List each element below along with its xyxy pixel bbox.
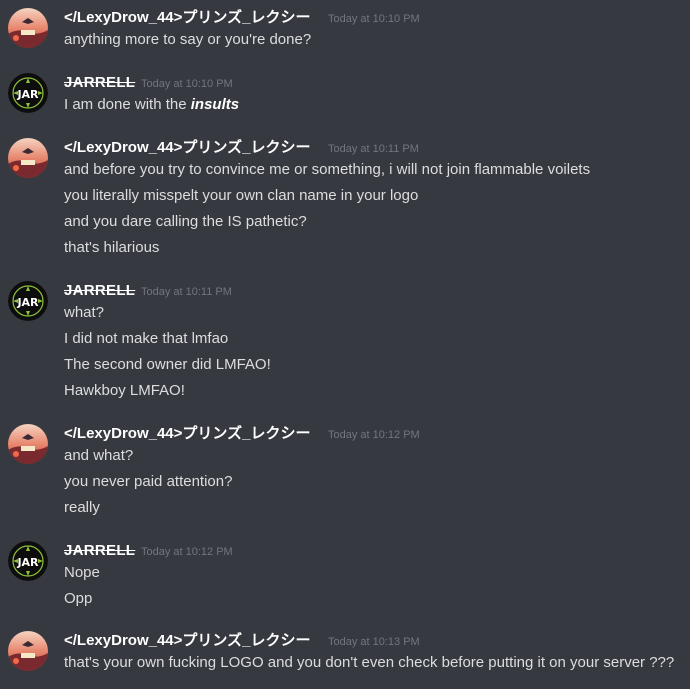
timestamp: Today at 10:10 PM xyxy=(141,78,233,90)
message-text: you literally misspelt your own clan nam… xyxy=(64,187,419,204)
username[interactable]: </LexyDrow_44>プリンズ_レクシー xyxy=(64,424,310,444)
message-text: and what? xyxy=(64,447,134,464)
message-text-emphasis: insults xyxy=(190,96,240,113)
message-text: anything more to say or you're done? xyxy=(64,31,312,48)
sunset-landscape-avatar-icon[interactable] xyxy=(8,631,48,671)
timestamp: Today at 10:12 PM xyxy=(141,546,233,558)
sunset-landscape-avatar-icon[interactable] xyxy=(8,424,48,464)
timestamp: Today at 10:11 PM xyxy=(141,286,232,298)
message-text: I am done with the insults xyxy=(64,95,239,115)
message-text: that's your own fucking LOGO and you don… xyxy=(64,654,675,671)
message-text: and you dare calling the IS pathetic? xyxy=(64,213,307,230)
username[interactable]: JARRELL xyxy=(64,541,135,561)
message-text: what? xyxy=(64,304,105,321)
message-text: that's hilarious xyxy=(64,239,160,256)
message-text-prefix: I am done with the xyxy=(64,96,191,113)
svg-text:JAR: JAR xyxy=(16,88,39,101)
svg-text:JAR: JAR xyxy=(16,556,39,569)
svg-text:JAR: JAR xyxy=(16,296,39,309)
message-text: Hawkboy LMFAO! xyxy=(64,382,185,399)
message-text: really xyxy=(64,499,100,516)
message-text: you never paid attention? xyxy=(64,473,233,490)
sunset-landscape-avatar-icon[interactable] xyxy=(8,8,48,48)
username[interactable]: JARRELL xyxy=(64,281,135,301)
username[interactable]: </LexyDrow_44>プリンズ_レクシー xyxy=(64,8,310,28)
username[interactable]: JARRELL xyxy=(64,73,135,93)
message-text: Nope xyxy=(64,564,100,581)
username[interactable]: </LexyDrow_44>プリンズ_レクシー xyxy=(64,631,310,651)
message-text: The second owner did LMFAO! xyxy=(64,356,271,373)
jar-logo-avatar-icon[interactable]: JAR xyxy=(8,281,48,321)
timestamp: Today at 10:11 PM xyxy=(328,143,419,155)
message-text: Opp xyxy=(64,590,93,607)
timestamp: Today at 10:10 PM xyxy=(328,13,420,25)
message-text: and before you try to convince me or som… xyxy=(64,161,591,178)
jar-logo-avatar-icon[interactable]: JAR xyxy=(8,73,48,113)
chat-message-list: </LexyDrow_44>プリンズ_レクシー Today at 10:10 P… xyxy=(0,0,690,689)
sunset-landscape-avatar-icon[interactable] xyxy=(8,138,48,178)
jar-logo-avatar-icon[interactable]: JAR xyxy=(8,541,48,581)
username[interactable]: </LexyDrow_44>プリンズ_レクシー xyxy=(64,138,310,158)
timestamp: Today at 10:12 PM xyxy=(328,429,420,441)
timestamp: Today at 10:13 PM xyxy=(328,636,420,648)
message-text: I did not make that lmfao xyxy=(64,330,229,347)
